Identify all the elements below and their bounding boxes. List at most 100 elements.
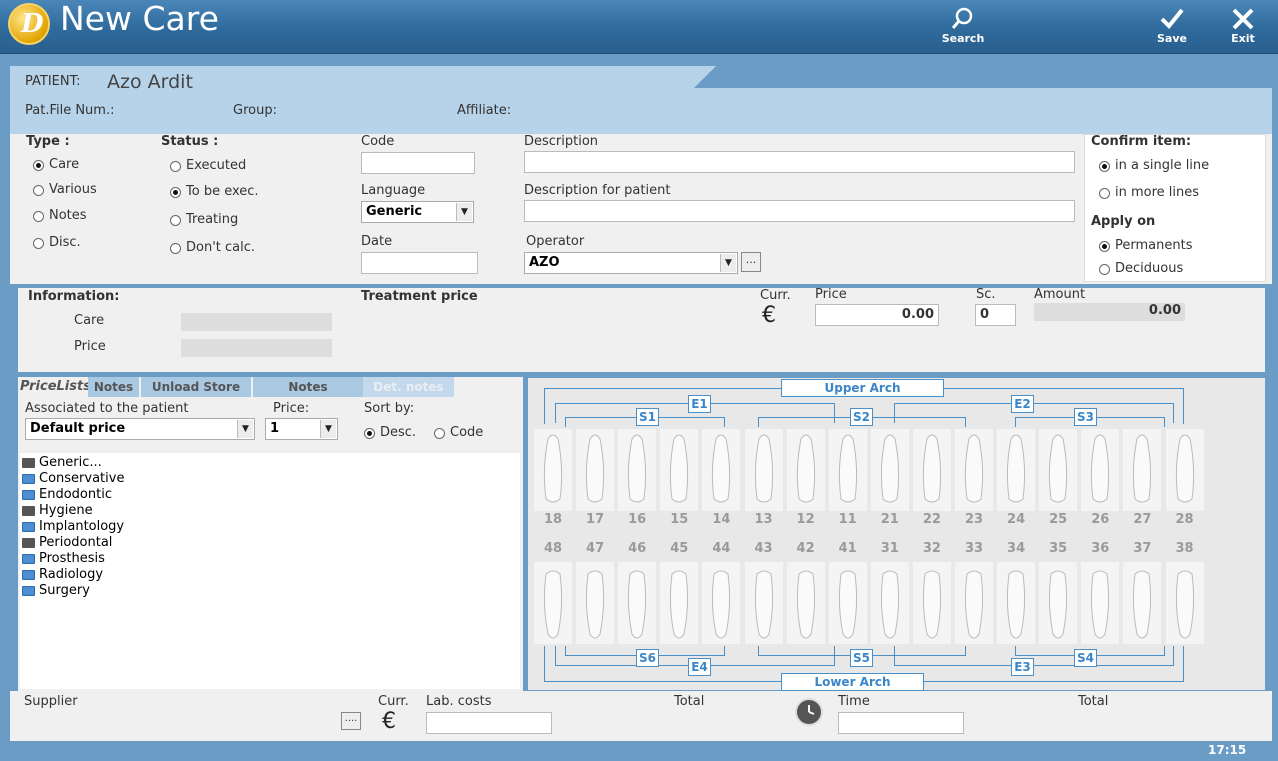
operator-select[interactable]: AZO ▼ [524,252,738,274]
tooth-42[interactable] [786,562,825,644]
sort-option-label[interactable]: Desc. [380,425,416,440]
search-button[interactable]: Search [933,6,993,50]
sort-option-label[interactable]: Code [450,425,483,440]
tooth-45[interactable] [660,562,699,644]
tooth-41[interactable] [828,562,867,644]
sc-input[interactable]: 0 [975,304,1016,326]
type-radio-0[interactable] [33,160,44,171]
tooth-18[interactable] [534,429,572,511]
type-option-label[interactable]: Notes [49,208,87,223]
save-button[interactable]: Save [1142,6,1202,50]
tab-unload-store[interactable]: Unload Store [141,377,251,397]
pricelist-select[interactable]: Default price ▼ [25,418,255,440]
exit-button[interactable]: Exit [1213,6,1273,50]
upper-arch-label[interactable]: Upper Arch [781,379,944,397]
description-patient-input[interactable] [524,200,1075,222]
apply-radio-1[interactable] [1099,264,1110,275]
sort-radio-1[interactable] [434,428,445,439]
sort-radio-0[interactable] [364,428,375,439]
lower-arch-label[interactable]: Lower Arch [781,673,924,691]
tooth-35[interactable] [1039,562,1078,644]
tooth-37[interactable] [1123,562,1162,644]
tooth-22[interactable] [912,429,951,511]
pricelist-tree[interactable]: Generic... Conservative Endodontic Hygiene I… [20,453,520,689]
status-radio-2[interactable] [170,215,181,226]
clock-icon[interactable] [795,698,823,726]
tooth-28[interactable] [1165,429,1204,511]
status-option-label[interactable]: Treating [186,212,238,227]
confirm-option-label[interactable]: in a single line [1115,158,1209,173]
sextant-e2[interactable]: E2 [1011,395,1034,413]
type-option-label[interactable]: Disc. [49,235,81,250]
status-option-label[interactable]: To be exec. [186,184,259,199]
status-radio-3[interactable] [170,243,181,254]
code-input[interactable] [361,152,475,174]
price-level-select[interactable]: 1 ▼ [265,418,338,440]
status-radio-0[interactable] [170,161,181,172]
tab-notes-2[interactable]: Notes [253,377,363,397]
tooth-31[interactable] [870,562,909,644]
operator-more-button[interactable]: ... [741,252,761,272]
sextant-e1[interactable]: E1 [688,395,711,413]
tooth-24[interactable] [997,429,1036,511]
tooth-34[interactable] [997,562,1036,644]
status-radio-1[interactable] [170,187,181,198]
tooth-32[interactable] [912,562,951,644]
sextant-e4[interactable]: E4 [688,658,711,676]
tooth-13[interactable] [744,429,783,511]
tooth-38[interactable] [1165,562,1204,644]
type-option-label[interactable]: Various [49,182,97,197]
tooth-11[interactable] [828,429,867,511]
price-input[interactable]: 0.00 [815,304,939,326]
tab-det-notes[interactable]: Det. notes [363,377,454,397]
confirm-radio-1[interactable] [1099,188,1110,199]
apply-radio-0[interactable] [1099,241,1110,252]
tab-pricelists[interactable]: PriceLists [18,377,91,397]
type-radio-1[interactable] [33,185,44,196]
tooth-17[interactable] [576,429,615,511]
tooth-16[interactable] [618,429,657,511]
date-input[interactable] [361,252,478,274]
description-input[interactable] [524,151,1075,173]
sextant-s2[interactable]: S2 [850,408,873,426]
type-option-label[interactable]: Care [49,157,79,172]
sextant-s4[interactable]: S4 [1074,649,1097,667]
sextant-s6[interactable]: S6 [636,649,659,667]
tooth-25[interactable] [1039,429,1078,511]
tooth-36[interactable] [1081,562,1120,644]
tooth-23[interactable] [955,429,993,511]
tab-notes[interactable]: Notes [88,377,139,397]
tooth-21[interactable] [870,429,909,511]
language-select[interactable]: Generic ▼ [361,201,474,223]
tooth-33[interactable] [955,562,993,644]
chevron-down-icon[interactable]: ▼ [456,203,472,221]
sextant-e3[interactable]: E3 [1011,658,1034,676]
tooth-44[interactable] [702,562,741,644]
supplier-more-button[interactable]: .... [341,712,361,730]
lab-costs-input[interactable] [426,712,552,734]
chevron-down-icon[interactable]: ▼ [320,420,336,438]
confirm-option-label[interactable]: in more lines [1115,185,1199,200]
tooth-46[interactable] [618,562,657,644]
apply-option-label[interactable]: Deciduous [1115,261,1183,276]
tooth-14[interactable] [702,429,741,511]
apply-option-label[interactable]: Permanents [1115,238,1192,253]
tooth-27[interactable] [1123,429,1162,511]
chevron-down-icon[interactable]: ▼ [237,420,253,438]
tooth-26[interactable] [1081,429,1120,511]
tooth-47[interactable] [576,562,615,644]
chevron-down-icon[interactable]: ▼ [720,254,736,272]
tooth-12[interactable] [786,429,825,511]
tooth-15[interactable] [660,429,699,511]
confirm-radio-0[interactable] [1099,161,1110,172]
time-input[interactable] [838,712,964,734]
tooth-48[interactable] [534,562,572,644]
status-option-label[interactable]: Don't calc. [186,240,255,255]
type-radio-3[interactable] [33,238,44,249]
sextant-s3[interactable]: S3 [1074,408,1097,426]
sextant-s1[interactable]: S1 [636,408,659,426]
type-radio-2[interactable] [33,211,44,222]
sextant-s5[interactable]: S5 [850,649,873,667]
status-option-label[interactable]: Executed [186,158,246,173]
tooth-43[interactable] [744,562,783,644]
